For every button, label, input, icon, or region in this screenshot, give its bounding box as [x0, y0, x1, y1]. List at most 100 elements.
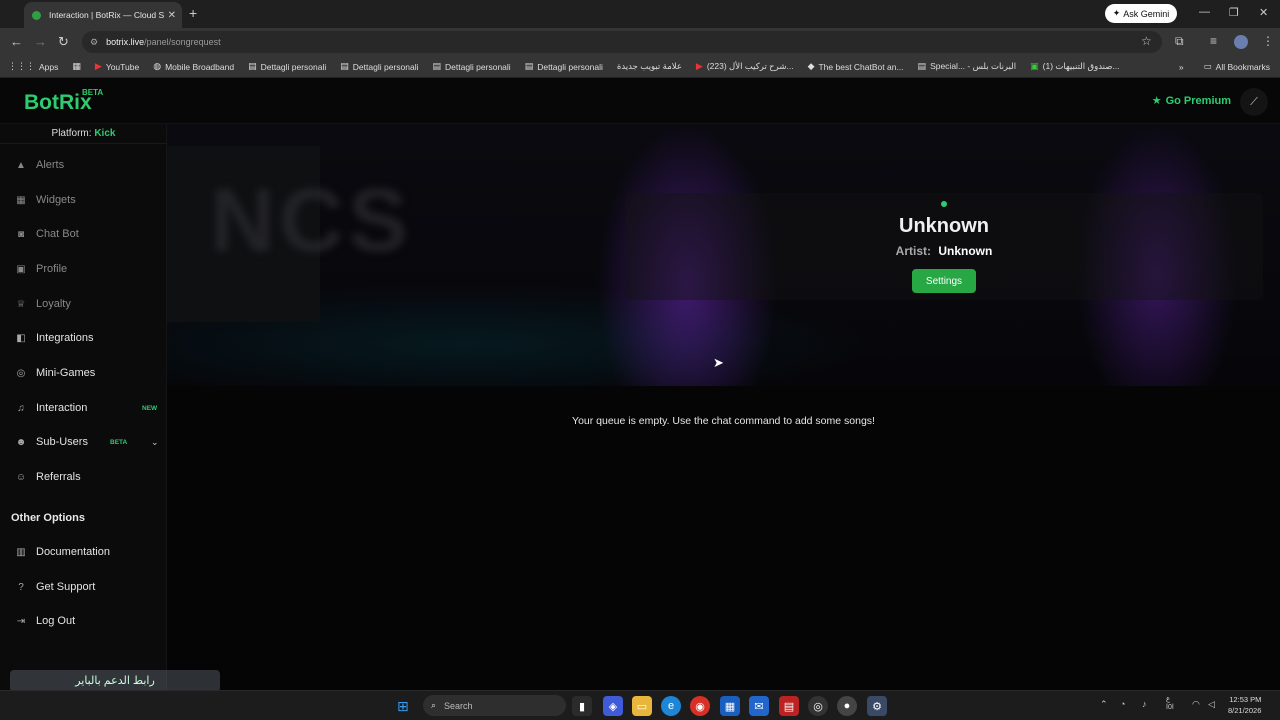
gemini-sparkle-icon: ✦	[1112, 8, 1121, 18]
question-icon: ?	[18, 581, 24, 593]
reload-icon[interactable]: ↻	[58, 34, 69, 50]
app-icon[interactable]: ▤	[779, 696, 799, 716]
sidebar-item-alerts[interactable]: ▲ Alerts	[0, 152, 167, 178]
obs-icon[interactable]: ◎	[808, 696, 828, 716]
restore-icon[interactable]: ❐	[1229, 6, 1239, 19]
tab-title: Interaction | BotRix — Cloud St	[49, 10, 164, 20]
youtube-icon: ▶	[695, 61, 703, 71]
robot-icon: ◙	[17, 228, 25, 240]
widgets-icon: ▦	[16, 194, 26, 206]
profile-icon: ▣	[16, 263, 26, 275]
bookmark-dettagli-3[interactable]: ▤ Dettagli personali	[432, 61, 510, 72]
sidebar-item-get-support[interactable]: ? Get Support	[0, 574, 167, 600]
folder-icon: ▭	[1203, 61, 1212, 71]
store-icon[interactable]: ▦	[720, 696, 740, 716]
profile-avatar-icon[interactable]	[1234, 35, 1248, 49]
page-icon: ▤	[340, 61, 349, 71]
ask-gemini-label: Ask Gemini	[1123, 8, 1170, 19]
bookmark-star-icon[interactable]: ☆	[1141, 34, 1152, 48]
bookmark-grid[interactable]: ▦	[72, 61, 81, 72]
windows-start-icon[interactable]: ⊞	[397, 698, 409, 715]
bookmark-dettagli-4[interactable]: ▤ Dettagli personali	[525, 61, 603, 72]
minimize-icon[interactable]: —	[1199, 6, 1210, 18]
theme-toggle-button[interactable]: ⟋	[1240, 88, 1268, 116]
chevron-down-icon[interactable]: ⌄	[151, 437, 159, 448]
sidebar-item-profile[interactable]: ▣ Profile	[0, 256, 167, 282]
sidebar-item-integrations[interactable]: ◧ Integrations	[0, 325, 167, 351]
logo-beta-badge: BETA	[82, 88, 104, 97]
all-bookmarks-button[interactable]: » ▭ All Bookmarks	[1179, 61, 1270, 72]
sidebar-item-widgets[interactable]: ▦ Widgets	[0, 187, 167, 213]
url-host: botrix.live	[106, 37, 145, 47]
album-art-text: NCS	[210, 171, 413, 271]
bookmark-youtube-ar[interactable]: ▶ (223) شرح تركيب الأل...	[696, 61, 794, 72]
task-view-icon[interactable]: ▮	[572, 696, 592, 716]
bookmark-chatbot[interactable]: ◆ The best ChatBot an...	[808, 61, 904, 72]
bookmarks-bar: ⋮⋮⋮ Apps ▦ ▶ YouTube ◍ Mobile Broadband ▤ De…	[0, 56, 1280, 78]
copilot-icon[interactable]: ◈	[603, 696, 623, 716]
logout-icon: ⇥	[16, 615, 26, 627]
wifi-icon[interactable]: ◠	[1192, 699, 1200, 710]
file-explorer-icon[interactable]: ▭	[632, 696, 652, 716]
volume-icon[interactable]: ◁	[1208, 699, 1215, 710]
song-title: Unknown	[899, 215, 989, 237]
users-icon: ☻	[15, 436, 27, 448]
sidebar-item-interaction[interactable]: ♫ Interaction NEW	[0, 395, 167, 421]
clock-time: 12:53 PM	[1229, 695, 1262, 704]
bookmark-alerts-ar[interactable]: ▣ (1) صندوق التنبيهات...	[1030, 61, 1119, 72]
taskbar-search[interactable]: ⌕ Search	[423, 695, 566, 716]
media-icon[interactable]: ≡	[1210, 34, 1217, 48]
diamond-icon: ◆	[807, 61, 815, 71]
bookmark-apps[interactable]: ⋮⋮⋮ Apps	[8, 61, 58, 72]
search-placeholder: Search	[444, 700, 473, 711]
address-bar[interactable]: ⚙ botrix.live/panel/songrequest	[82, 31, 1162, 53]
browser-tab-active[interactable]: Interaction | BotRix — Cloud St ✕	[24, 2, 182, 28]
sidebar-item-chat-bot[interactable]: ◙ Chat Bot	[0, 221, 167, 247]
bookmark-youtube[interactable]: ▶ YouTube	[95, 61, 139, 72]
chrome-icon[interactable]: ◉	[690, 696, 710, 716]
tray-chevron-icon[interactable]: ⌃	[1100, 699, 1108, 710]
new-tab-button[interactable]: +	[189, 5, 197, 21]
bookmark-mobile-broadband[interactable]: ◍ Mobile Broadband	[153, 61, 234, 72]
sidebar-item-sub-users[interactable]: ☻ Sub-Users BETA ⌄	[0, 429, 167, 455]
extensions-icon[interactable]: ⧉	[1175, 34, 1184, 49]
artist-value: Unknown	[938, 244, 993, 258]
os-taskbar: ⊞ ⌕ Search ▮ ◈ ▭ e ◉ ▦ ✉ ▤ ◎ ● ⚙ ⌃ ◔ ♪ ع…	[0, 690, 1280, 720]
more-bookmarks-icon[interactable]: »	[1179, 62, 1184, 72]
taskbar-clock[interactable]: 12:53 PM 8/21/2026	[1228, 694, 1261, 716]
page-icon: ▣	[1030, 61, 1039, 71]
settings-button[interactable]: Settings	[912, 269, 976, 293]
language-indicator[interactable]: ع ا0ا	[1166, 696, 1174, 712]
page-icon: ▤	[432, 61, 441, 71]
page-content: BotRix BETA ★ Go Premium ⟋ NCS Unknown A…	[0, 78, 1280, 690]
mic-icon[interactable]: ♪	[1142, 699, 1147, 709]
queue-empty-message: Your queue is empty. Use the chat comman…	[572, 415, 875, 427]
clock-date: 8/21/2026	[1228, 706, 1262, 715]
close-window-icon[interactable]: ✕	[1259, 6, 1268, 19]
back-icon[interactable]: ←	[10, 34, 23, 49]
tray-app-icon[interactable]: ◔	[1120, 699, 1125, 709]
bookmark-dettagli-1[interactable]: ▤ Dettagli personali	[248, 61, 326, 72]
sidebar-item-loyalty[interactable]: ♕ Loyalty	[0, 291, 167, 317]
ask-gemini-button[interactable]: ✦ Ask Gemini	[1105, 4, 1177, 23]
app2-icon[interactable]: ●	[837, 696, 857, 716]
sidebar-item-log-out[interactable]: ⇥ Log Out	[0, 608, 167, 634]
tab-close-icon[interactable]: ✕	[168, 10, 176, 21]
youtube-icon: ▶	[94, 61, 102, 71]
outlook-icon[interactable]: ✉	[749, 696, 769, 716]
site-info-icon[interactable]: ⚙	[90, 37, 98, 48]
gamepad-icon: ◎	[16, 367, 26, 379]
settings-gear-icon[interactable]: ⚙	[867, 696, 887, 716]
sidebar-item-referrals[interactable]: ☺ Referrals	[0, 464, 167, 490]
sidebar-item-documentation[interactable]: ▥ Documentation	[0, 539, 167, 565]
forward-icon[interactable]: →	[34, 34, 47, 49]
bookmark-new-tab-ar[interactable]: علامة تبويب جديدة	[617, 61, 682, 72]
page-icon: ▤	[524, 61, 534, 71]
go-premium-button[interactable]: ★ Go Premium	[1152, 94, 1231, 108]
other-options-heading: Other Options	[11, 512, 85, 524]
bookmark-special[interactable]: ▤ Special... - البرنات بلس	[918, 61, 1017, 72]
sidebar-item-mini-games[interactable]: ◎ Mini-Games	[0, 360, 167, 386]
bookmark-dettagli-2[interactable]: ▤ Dettagli personali	[340, 61, 418, 72]
menu-kebab-icon[interactable]: ⋮	[1262, 34, 1274, 48]
edge-icon[interactable]: e	[661, 696, 681, 716]
